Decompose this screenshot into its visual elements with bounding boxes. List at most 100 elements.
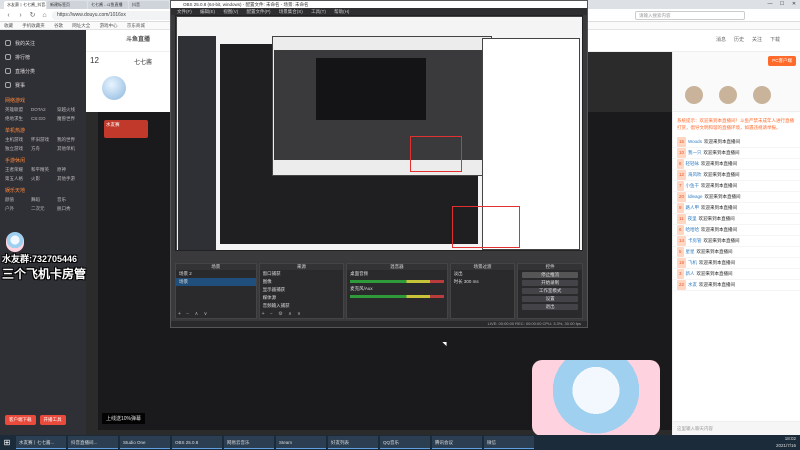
site-logo[interactable]: 斗鱼直播 [126, 34, 150, 43]
category-link[interactable]: 怀旧游戏 [31, 137, 55, 143]
start-recording-button[interactable]: 开始录制 [522, 280, 578, 286]
bookmark-item[interactable]: 手机收藏夹 [22, 23, 45, 28]
browser-tab[interactable]: 抖音 [129, 1, 169, 9]
maximize-icon[interactable]: ☐ [776, 0, 788, 9]
duration-input[interactable]: 300 ms [464, 279, 479, 284]
exit-button[interactable]: 退出 [522, 304, 578, 310]
browser-tab[interactable]: 水友赛丨七七酱_抖音... [4, 1, 46, 9]
header-item[interactable]: 消息 [716, 36, 726, 43]
browser-tab[interactable]: 七七酱 - 斗鱼直播 [88, 1, 128, 9]
source-item[interactable]: 媒体源 [260, 294, 344, 302]
download-client-button[interactable]: 客户端下载 [5, 415, 36, 425]
studio-mode-button[interactable]: 工作室模式 [522, 288, 578, 294]
menu-item[interactable]: 视图(V) [223, 9, 238, 14]
taskbar-item[interactable]: Steam [276, 436, 326, 449]
category-link[interactable]: 独立游戏 [5, 146, 29, 152]
back-icon[interactable]: ‹ [4, 11, 13, 20]
taskbar-item[interactable]: 水友赛丨七七酱... [16, 436, 66, 449]
transition-select[interactable]: 淡出 [451, 270, 515, 278]
header-item[interactable]: 下载 [770, 36, 780, 43]
bookmark-item[interactable]: 游戏中心 [100, 23, 118, 28]
bookmark-item[interactable]: 收藏 [4, 23, 13, 28]
header-item[interactable]: 历史 [734, 36, 744, 43]
taskbar-item[interactable]: OBS 25.0.8 [172, 436, 222, 449]
category-link[interactable]: 脱口秀 [57, 206, 81, 212]
volume-meter[interactable] [350, 295, 444, 298]
fan-avatar[interactable] [719, 86, 737, 104]
menu-item[interactable]: 编辑(E) [200, 9, 215, 14]
sidebar-item-match[interactable]: 赛事 [5, 78, 81, 92]
home-icon[interactable]: ⌂ [40, 11, 49, 20]
category-link[interactable]: 绝地求生 [5, 116, 29, 122]
category-link[interactable]: 其他手游 [57, 176, 81, 182]
category-link[interactable]: 方舟 [31, 146, 55, 152]
header-item[interactable]: 关注 [752, 36, 762, 43]
settings-button[interactable]: 设置 [522, 296, 578, 302]
category-link[interactable]: 原神 [57, 167, 81, 173]
category-link[interactable]: CS:GO [31, 116, 55, 122]
taskbar-item[interactable]: QQ音乐 [380, 436, 430, 449]
bookmark-item[interactable]: 京东商城 [127, 23, 145, 28]
category-link[interactable]: 二次元 [31, 206, 55, 212]
obs-preview[interactable] [175, 15, 583, 251]
source-item[interactable]: 显示器捕获 [260, 286, 344, 294]
pc-client-button[interactable]: PC客户端 [768, 56, 796, 66]
taskbar-item[interactable]: Studio One [120, 436, 170, 449]
sidebar-section-title: 娱乐天地 [5, 188, 26, 194]
category-link[interactable]: 户外 [5, 206, 29, 212]
chat-input[interactable]: 这里输入聊天内容 [673, 421, 800, 435]
category-link[interactable]: 舞蹈 [31, 197, 55, 203]
stream-tool-button[interactable]: 开播工具 [39, 415, 66, 425]
sidebar-item-follow[interactable]: 我的关注 [5, 36, 81, 50]
avatar[interactable] [102, 76, 126, 100]
refresh-icon[interactable]: ↻ [28, 11, 37, 20]
category-link[interactable]: 颜值 [5, 197, 29, 203]
menu-item[interactable]: 配置文件(P) [247, 9, 271, 14]
category-link[interactable]: 和平精英 [31, 167, 55, 173]
source-tools[interactable]: + − ⚙ ∧ ∨ [262, 311, 303, 317]
bookmark-item[interactable]: 谷歌 [54, 23, 63, 28]
source-item[interactable]: 音频输入捕获 [260, 302, 344, 310]
category-link[interactable]: 第五人格 [5, 176, 29, 182]
close-icon[interactable]: ✕ [788, 0, 800, 9]
bookmark-item[interactable]: 网址大全 [72, 23, 90, 28]
system-tray[interactable]: 18:02 2021/7/16 [776, 435, 796, 450]
source-item[interactable]: 窗口捕获 [260, 270, 344, 278]
category-link[interactable]: 王者荣耀 [5, 167, 29, 173]
scene-item[interactable]: 场景 2 [176, 270, 256, 278]
taskbar-item[interactable]: 网易云音乐 [224, 436, 274, 449]
category-link[interactable]: 音乐 [57, 197, 81, 203]
taskbar-item[interactable]: 腾讯会议 [432, 436, 482, 449]
sidebar-item-rank[interactable]: 排行榜 [5, 50, 81, 64]
source-item[interactable]: 图像 [260, 278, 344, 286]
menu-item[interactable]: 帮助(H) [334, 9, 349, 14]
scene-item[interactable]: 场景 [176, 278, 256, 286]
scene-tools[interactable]: + − ∧ ∨ [178, 311, 209, 317]
sidebar-item-category[interactable]: 直播分类 [5, 64, 81, 78]
browser-tab[interactable]: 新建标签页 [47, 1, 87, 9]
taskbar-item[interactable]: 抖音直播间... [68, 436, 118, 449]
volume-meter[interactable] [350, 280, 444, 283]
minimize-icon[interactable]: — [764, 0, 776, 9]
menu-item[interactable]: 场景集合(S) [279, 9, 303, 14]
stop-stream-button[interactable]: 停止推流 [522, 272, 578, 278]
anime-sticker [532, 360, 660, 436]
category-link[interactable]: 火影 [31, 176, 55, 182]
category-link[interactable]: 我的世界 [57, 137, 81, 143]
menu-item[interactable]: 文件(F) [177, 9, 192, 14]
fan-avatar[interactable] [685, 86, 703, 104]
taskbar-item[interactable]: 微信 [484, 436, 534, 449]
forward-icon[interactable]: › [16, 11, 25, 20]
menu-item[interactable]: 工具(T) [311, 9, 326, 14]
category-link[interactable]: DOTA2 [31, 107, 55, 113]
category-link[interactable]: 魔兽世界 [57, 116, 81, 122]
fan-avatar[interactable] [753, 86, 771, 104]
category-link[interactable]: 其他单机 [57, 146, 81, 152]
category-link[interactable]: 英雄联盟 [5, 107, 29, 113]
category-link[interactable]: 主机游戏 [5, 137, 29, 143]
category-link[interactable]: 穿越火线 [57, 107, 81, 113]
taskbar-item[interactable]: 好友列表 [328, 436, 378, 449]
streamer-name[interactable]: 七七酱 [134, 57, 170, 66]
start-icon[interactable]: ⊞ [0, 435, 14, 450]
browser-search-input[interactable]: 请输入搜索内容 [635, 10, 745, 20]
